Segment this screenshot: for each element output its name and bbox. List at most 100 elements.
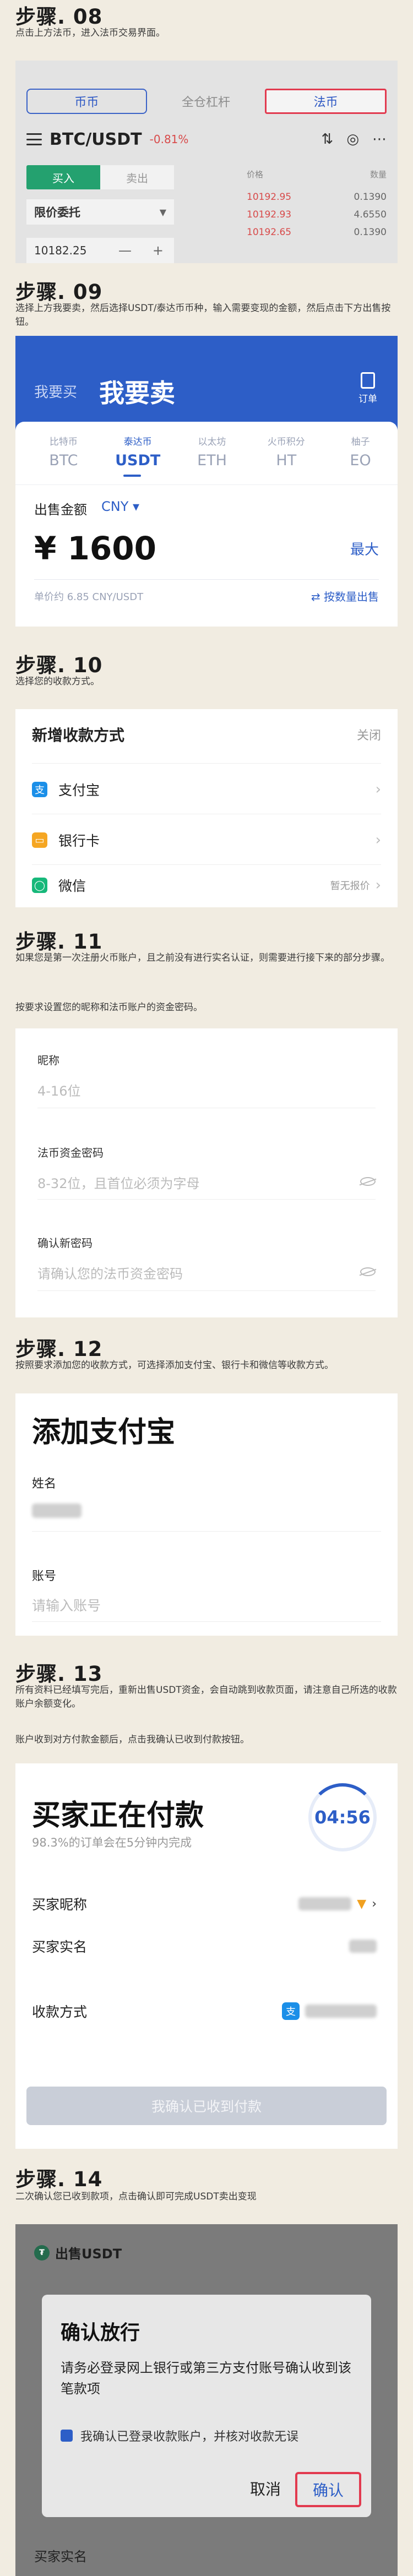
cancel-button[interactable]: 取消 <box>250 2477 281 2499</box>
orders-icon <box>361 372 375 389</box>
coin-tabs: 比特币 BTC 泰达币 USDT 以太坊 ETH 火币积分 HT 柚子 EO <box>26 432 398 482</box>
step-08-screenshot: 币币 全仓杠杆 法币 BTC/USDT -0.81% ⇅ ◎ ⋯ 买入 卖出 限… <box>15 61 398 263</box>
divider <box>15 484 398 485</box>
menu-icon[interactable] <box>26 133 42 145</box>
max-button[interactable]: 最大 <box>350 538 379 559</box>
eye-off-icon[interactable] <box>360 1267 376 1276</box>
step-09-title: 步骤. 09 <box>15 280 103 304</box>
step-12-screenshot: 添加支付宝 姓名 账号 请输入账号 <box>15 1393 398 1636</box>
buy-button[interactable]: 买入 <box>26 165 100 189</box>
name-value-redacted <box>32 1504 81 1518</box>
sell-header-text: 出售USDT <box>55 2246 122 2262</box>
book-row[interactable]: 10192.65 0.1390 <box>247 224 387 241</box>
chevron-right-icon: › <box>375 877 381 894</box>
step-10-screenshot: 新增收款方式 关闭 支 支付宝 › ▭ 银行卡 › ◯ 微信 暂无报价 › <box>15 709 398 907</box>
confirm-button[interactable]: 确认 <box>295 2472 361 2507</box>
step-10-title: 步骤. 10 <box>15 653 103 677</box>
eye-off-icon[interactable] <box>360 1177 376 1186</box>
step-13-desc: 所有资料已经填写完后，重新出售USDT资金，会自动跳到收款页面，请注意自己所选的… <box>15 1685 397 1709</box>
sell-header: ₮ 出售USDT <box>34 2243 122 2262</box>
pair-header: BTC/USDT -0.81% ⇅ ◎ ⋯ <box>26 126 387 153</box>
book-price: 10192.65 <box>247 227 292 238</box>
countdown-value: 04:56 <box>314 1807 371 1828</box>
method-bank-card[interactable]: ▭ 银行卡 › <box>32 825 381 856</box>
favorite-icon[interactable]: ◎ <box>346 131 359 148</box>
amount-input[interactable]: ¥ 1600 <box>34 530 156 567</box>
order-type-label: 限价委托 <box>34 206 80 219</box>
pair-name[interactable]: BTC/USDT <box>50 130 142 149</box>
book-row[interactable]: 10192.93 4.6550 <box>247 206 387 224</box>
buyer-paying-title: 买家正在付款 <box>32 1799 204 1832</box>
chevron-right-icon: › <box>375 832 381 848</box>
confirm-password-input[interactable]: 请确认您的法币资金密码 <box>37 1263 183 1282</box>
method-wechat[interactable]: ◯ 微信 暂无报价 › <box>32 870 381 901</box>
step-12-desc: 按照要求添加您的收款方式，可选择添加支付宝、银行卡和微信等收款方式。 <box>15 1360 334 1371</box>
buyer-nickname-redacted <box>298 1897 352 1910</box>
account-input[interactable]: 请输入账号 <box>32 1595 101 1615</box>
step-13-screenshot: 买家正在付款 98.3%的订单会在5分钟内完成 04:56 买家昵称 ▼ › 买… <box>15 1763 398 2149</box>
market-tabs: 币币 全仓杠杆 法币 <box>26 87 387 116</box>
close-button[interactable]: 关闭 <box>357 726 381 743</box>
payment-method-title: 新增收款方式 <box>32 726 125 744</box>
confirm-checkbox-row[interactable]: 我确认已登录收款账户，并核对收款无误 <box>61 2427 298 2444</box>
tab-underline <box>123 475 141 477</box>
nickname-input[interactable]: 4-16位 <box>37 1080 80 1099</box>
otc-header: 我要买 我要卖 订单 <box>15 336 398 433</box>
currency-select[interactable]: CNY ▾ <box>101 499 139 514</box>
coin-tab-btc[interactable]: 比特币 BTC <box>26 432 101 482</box>
confirm-received-button[interactable]: 我确认已收到付款 <box>26 2087 387 2125</box>
divider <box>37 1199 376 1200</box>
book-qty: 4.6550 <box>354 209 387 220</box>
fund-password-label: 法币资金密码 <box>37 1146 104 1159</box>
coin-tab-eos[interactable]: 柚子 EO <box>323 432 398 482</box>
minus-icon[interactable]: — <box>118 243 132 258</box>
method-alipay[interactable]: 支 支付宝 › <box>32 774 381 805</box>
payment-account-redacted <box>305 2005 377 2018</box>
kline-icon[interactable]: ⇅ <box>322 131 334 148</box>
tab-buy[interactable]: 我要买 <box>34 381 77 401</box>
step-14-desc: 二次确认您已收到款项，点击确认即可完成USDT卖出变现 <box>15 2191 257 2202</box>
tutorial-page: 步骤. 08 点击上方法币，进入法币交易界面。 币币 全仓杠杆 法币 BTC/U… <box>0 0 413 2576</box>
dialog-text: 请务必登录网上银行或第三方支付账号确认收到该笔款项 <box>61 2360 351 2397</box>
price-input[interactable]: 10182.25 — + <box>26 238 174 263</box>
tab-cross-margin[interactable]: 全仓杠杆 <box>147 89 265 114</box>
step-12-title: 步骤. 12 <box>15 1337 103 1361</box>
confirm-password-label: 确认新密码 <box>37 1237 93 1250</box>
order-book-header: 价格 数量 <box>247 168 387 180</box>
buyer-realname-row: 买家实名 <box>32 1935 377 1957</box>
buyer-nickname-label: 买家昵称 <box>32 1897 88 1913</box>
more-icon[interactable]: ⋯ <box>372 131 387 148</box>
tab-spot[interactable]: 币币 <box>26 89 147 114</box>
book-price-header: 价格 <box>247 170 264 179</box>
order-type-select[interactable]: 限价委托 ▼ <box>26 199 174 225</box>
add-alipay-title: 添加支付宝 <box>32 1416 176 1449</box>
coin-tab-ht[interactable]: 火币积分 HT <box>249 432 323 482</box>
unit-price: 单价约 6.85 CNY/USDT <box>34 591 144 603</box>
tab-sell[interactable]: 我要卖 <box>99 373 175 410</box>
divider <box>32 864 381 865</box>
checkbox-label: 我确认已登录收款账户，并核对收款无误 <box>80 2430 299 2444</box>
buyer-realname-redacted <box>349 1940 377 1953</box>
checkbox[interactable] <box>61 2430 73 2442</box>
method-label: 银行卡 <box>58 833 100 849</box>
buyer-nickname-row[interactable]: 买家昵称 ▼ › <box>32 1893 377 1915</box>
sell-button[interactable]: 卖出 <box>100 165 174 189</box>
step-08-title: 步骤. 08 <box>15 5 103 29</box>
step-11-desc: 如果您是第一次注册火币账户，且之前没有进行实名认证，则需要进行接下来的部分步骤。 <box>15 952 390 963</box>
step-11-screenshot: 昵称 4-16位 法币资金密码 8-32位，且首位必须为字母 确认新密码 请确认… <box>15 1028 398 1317</box>
chevron-right-icon: › <box>375 781 381 798</box>
book-row[interactable]: 10192.95 0.1390 <box>247 188 387 206</box>
fund-password-input[interactable]: 8-32位，且首位必须为字母 <box>37 1173 199 1192</box>
buyer-realname-label: 买家实名 <box>32 1939 88 1955</box>
tab-fiat[interactable]: 法币 <box>265 89 387 114</box>
orders-button[interactable]: 订单 <box>357 372 379 405</box>
plus-icon[interactable]: + <box>153 243 164 258</box>
book-price: 10192.95 <box>247 192 292 203</box>
price-value: 10182.25 <box>34 244 87 257</box>
step-11-title: 步骤. 11 <box>15 930 103 954</box>
divider <box>32 1621 381 1622</box>
coin-tab-eth[interactable]: 以太坊 ETH <box>175 432 249 482</box>
bank-card-icon: ▭ <box>32 832 47 848</box>
step-14-screenshot: ₮ 出售USDT 买家实名 确认放行 请务必登录网上银行或第三方支付账号确认收到… <box>15 2224 398 2576</box>
sell-by-quantity-link[interactable]: ⇄ 按数量出售 <box>311 588 379 604</box>
